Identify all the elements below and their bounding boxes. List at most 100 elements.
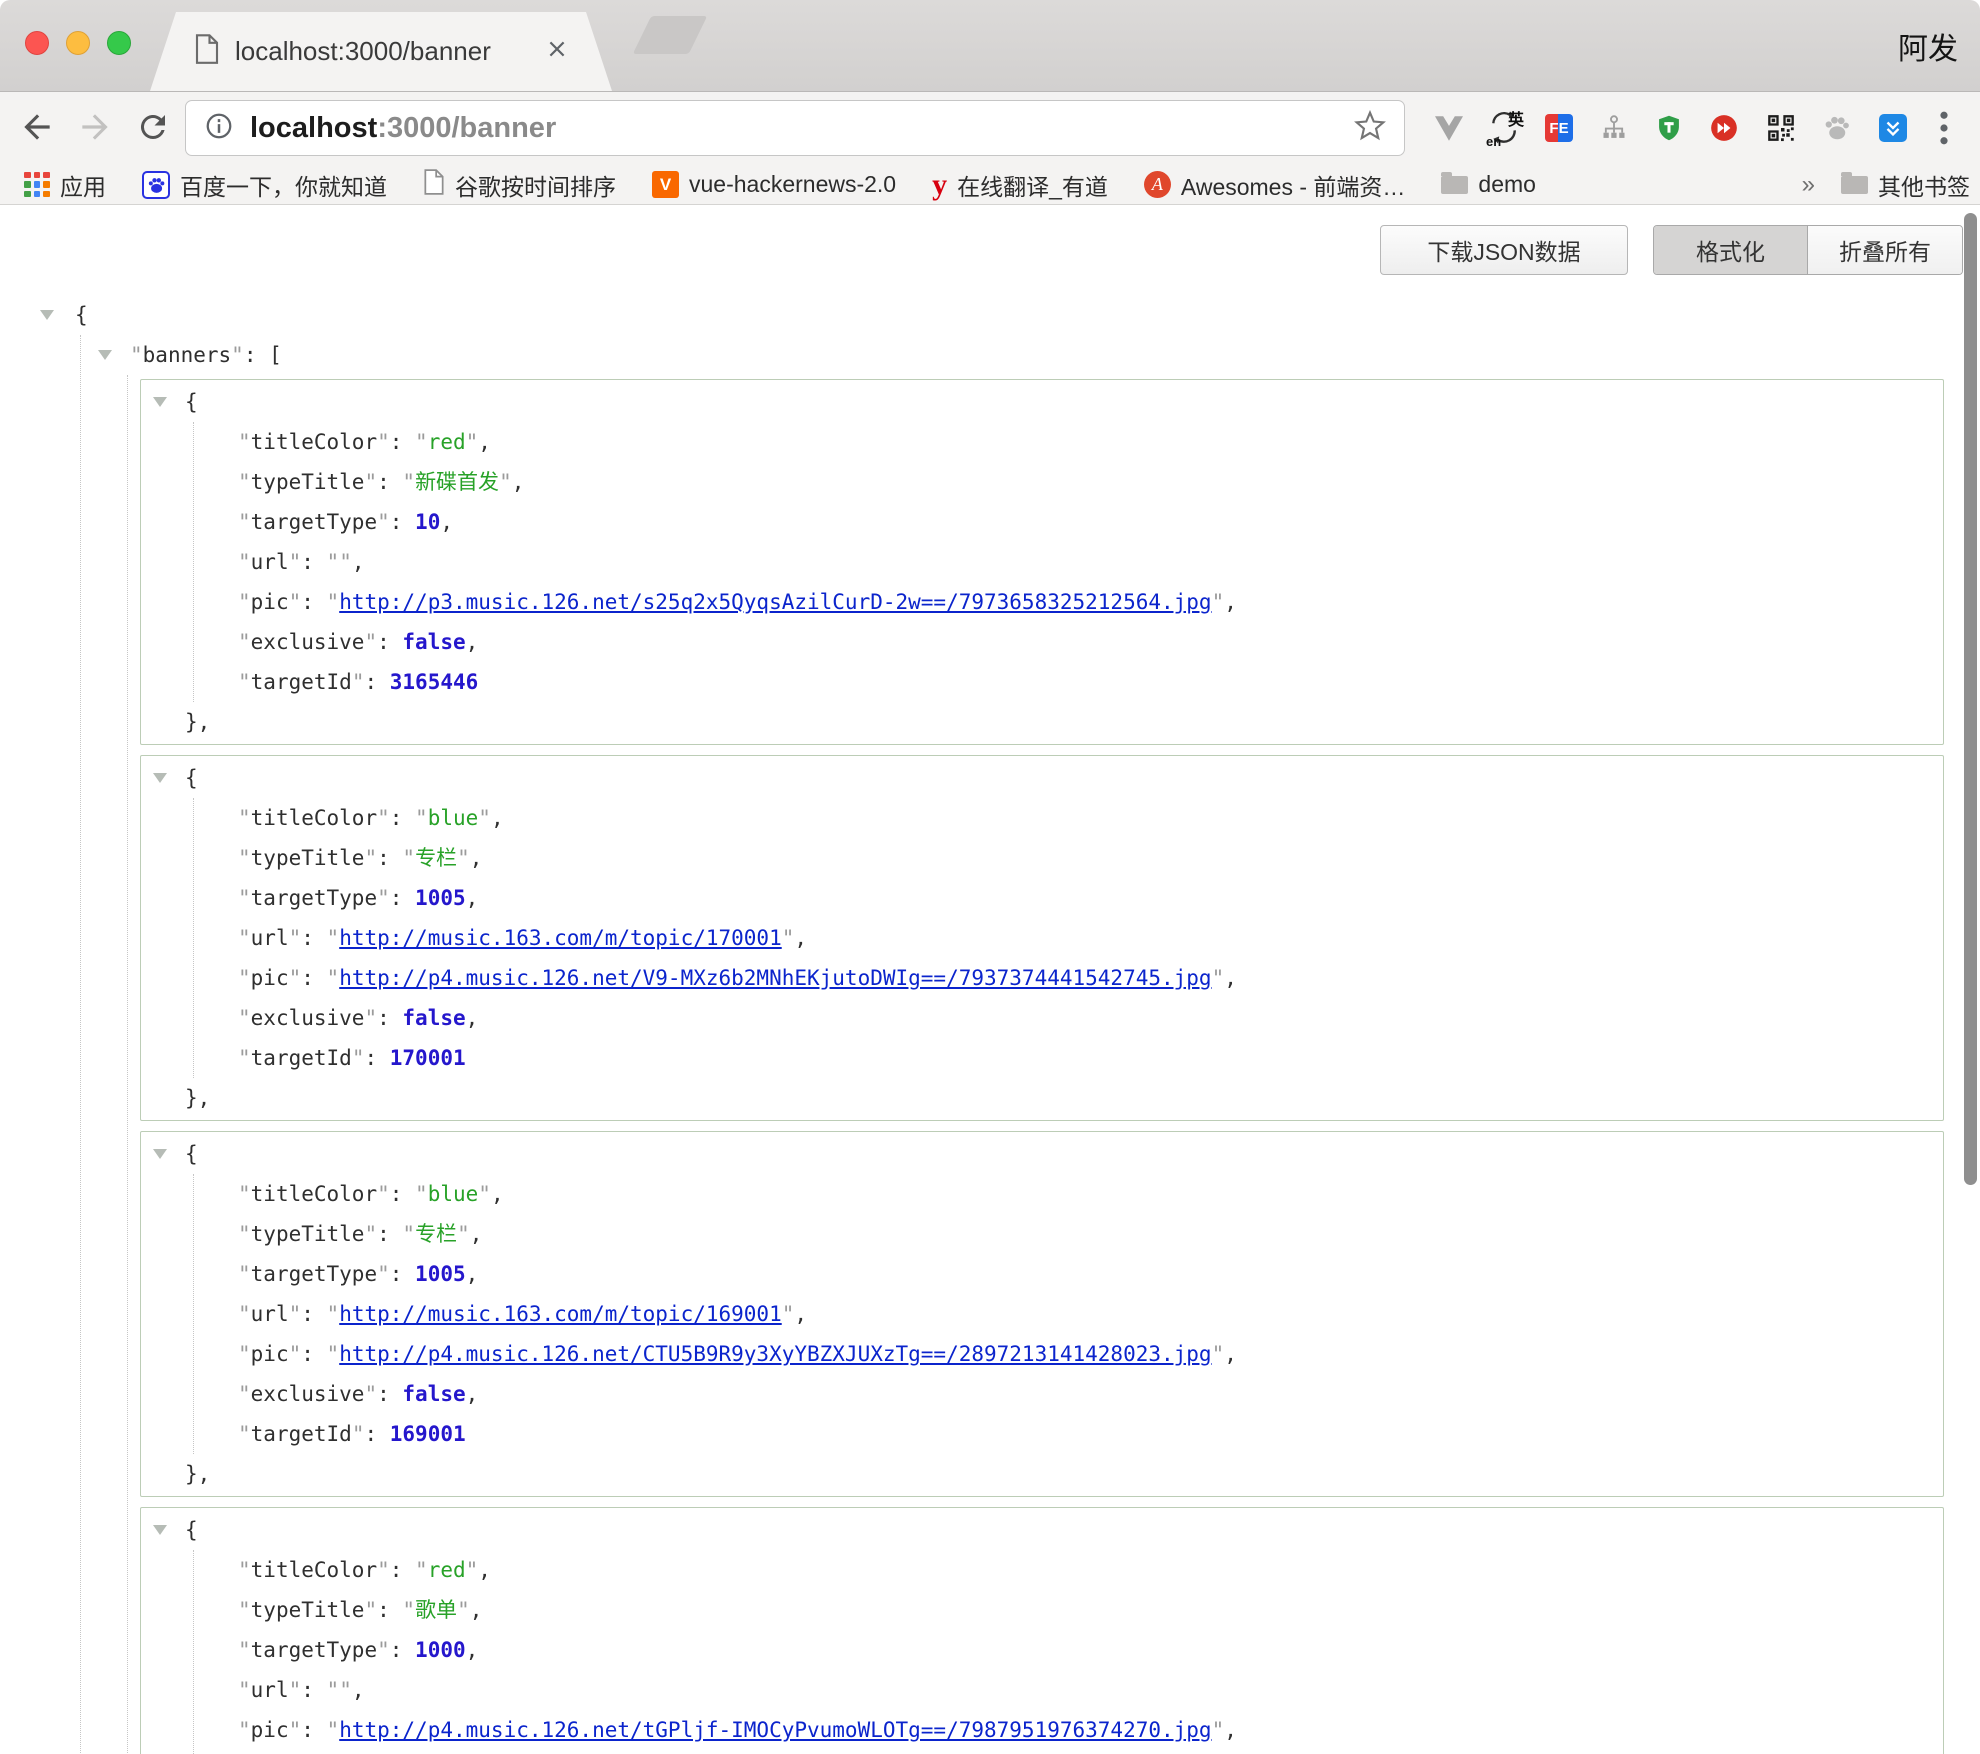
bookmark-youdao[interactable]: y 在线翻译_有道 [932,168,1108,202]
quote: " [402,846,415,870]
tab-strip: localhost:3000/banner 阿发 [0,0,1980,92]
bookmarks-overflow-chevron[interactable]: » [1802,171,1815,199]
array-open-bracket: [ [269,343,282,367]
json-object-close-line: }, [141,1078,1943,1118]
download-json-button[interactable]: 下载JSON数据 [1380,225,1628,275]
colon: : [301,1342,326,1366]
collapse-toggle-icon[interactable] [153,397,167,407]
colon: : [301,1678,326,1702]
json-literal-value: 169001 [390,1422,466,1446]
apps-grid-icon [24,172,50,198]
quote: " [327,1678,340,1702]
quote: " [415,806,428,830]
json-string-value: red [428,430,466,454]
reload-button[interactable] [128,102,178,152]
blue-chevron-extension-icon[interactable] [1868,103,1918,153]
close-tab-icon[interactable] [546,38,568,65]
new-tab-button[interactable] [633,16,708,54]
vue-devtools-icon[interactable] [1424,103,1474,153]
object-open-brace: { [185,390,198,414]
quote: " [478,806,491,830]
quote: " [402,470,415,494]
format-button[interactable]: 格式化 [1654,226,1808,274]
sitemap-extension-icon[interactable] [1589,103,1639,153]
json-string-value: 新碟首发 [415,470,499,494]
json-array-items: {"titleColor": "red","typeTitle": "新碟首发"… [127,375,1980,1754]
collapse-toggle-icon[interactable] [153,1525,167,1535]
bookmark-baidu[interactable]: 百度一下，你就知道 [142,168,387,202]
collapse-toggle-icon[interactable] [98,350,112,360]
quote: " [238,1046,251,1070]
quote: " [238,1302,251,1326]
bookmark-vue-hackernews[interactable]: V vue-hackernews-2.0 [652,171,896,198]
json-link-value[interactable]: http://p3.music.126.net/s25q2x5QyqsAzilC… [339,590,1211,614]
video-downloader-icon[interactable] [1699,103,1749,153]
quote: " [238,966,251,990]
bookmarks-bar: 应用 百度一下，你就知道 谷歌按时间排序 V vue-hackernews-2.… [0,165,1980,205]
page-content: 下载JSON数据 格式化 折叠所有 { "banners": [ {"title… [0,205,1980,1754]
json-object-open-line: { [141,1134,1943,1174]
quote: " [377,1558,390,1582]
quote: " [238,1342,251,1366]
bookmark-google-sort[interactable]: 谷歌按时间排序 [423,168,616,202]
json-field-line-typeTitle: "typeTitle": "歌单", [194,1590,1943,1630]
comma: , [491,806,504,830]
json-link-value[interactable]: http://music.163.com/m/topic/169001 [339,1302,782,1326]
json-string-value: red [428,1558,466,1582]
site-info-icon[interactable] [204,111,234,146]
collapse-toggle-icon[interactable] [40,310,54,320]
json-link-value[interactable]: http://p4.music.126.net/V9-MXz6b2MNhEKju… [339,966,1211,990]
json-key: targetType [251,510,377,534]
bookmark-folder-demo[interactable]: demo [1441,171,1536,198]
json-link-value[interactable]: http://p4.music.126.net/CTU5B9R9y3XyYBZX… [339,1342,1211,1366]
fehelper-extension-icon[interactable]: FE [1534,103,1584,153]
active-tab[interactable]: localhost:3000/banner [150,12,612,91]
collapse-toggle-icon[interactable] [153,1149,167,1159]
json-key: url [251,926,289,950]
other-bookmarks-folder[interactable]: 其他书签 [1841,168,1970,202]
fullscreen-window-button[interactable] [107,31,131,55]
quote: " [327,1718,340,1742]
colon: : [390,1638,415,1662]
minimize-window-button[interactable] [66,31,90,55]
quote: " [1212,1342,1225,1366]
json-field-line-exclusive: "exclusive": false, [194,1750,1943,1754]
quote: " [238,1222,251,1246]
json-link-value[interactable]: http://p4.music.126.net/tGPljf-IMOCyPvum… [339,1718,1211,1742]
paw-extension-icon[interactable] [1811,103,1861,153]
browser-menu-icon[interactable] [1924,103,1964,153]
profile-name[interactable]: 阿发 [1898,24,1958,68]
json-key: titleColor [251,1182,377,1206]
comma: , [466,886,479,910]
colon: : [377,846,402,870]
quote: " [402,1598,415,1622]
back-button[interactable] [12,102,62,152]
bookmark-awesomes[interactable]: A Awesomes - 前端资… [1144,168,1406,202]
quote: " [377,430,390,454]
json-field-line-targetType: "targetType": 1005, [194,1254,1943,1294]
json-field-line-titleColor: "titleColor": "red", [194,1550,1943,1590]
collapse-toggle-icon[interactable] [153,773,167,783]
tampermonkey-shield-icon[interactable] [1644,103,1694,153]
quote: " [289,966,302,990]
bookmark-star-icon[interactable] [1354,110,1386,147]
qr-code-icon[interactable] [1756,103,1806,153]
json-object-fields: "titleColor": "red","typeTitle": "歌单","t… [193,1550,1943,1754]
json-key: exclusive [251,1006,365,1030]
colon: : [390,886,415,910]
collapse-all-button[interactable]: 折叠所有 [1808,226,1962,274]
quote: " [364,1598,377,1622]
address-bar[interactable]: localhost:3000/banner [185,100,1405,156]
translate-extension-icon[interactable]: 英 en [1479,103,1529,153]
quote: " [238,630,251,654]
json-field-line-pic: "pic": "http://p4.music.126.net/tGPljf-I… [194,1710,1943,1750]
bookmark-apps[interactable]: 应用 [24,168,106,202]
close-window-button[interactable] [25,31,49,55]
quote: " [457,846,470,870]
json-field-line-exclusive: "exclusive": false, [194,998,1943,1038]
forward-button[interactable] [70,102,120,152]
json-link-value[interactable]: http://music.163.com/m/topic/170001 [339,926,782,950]
vertical-scrollbar-thumb[interactable] [1964,213,1977,1185]
comma: , [491,1182,504,1206]
youdao-y-icon: y [932,168,947,202]
